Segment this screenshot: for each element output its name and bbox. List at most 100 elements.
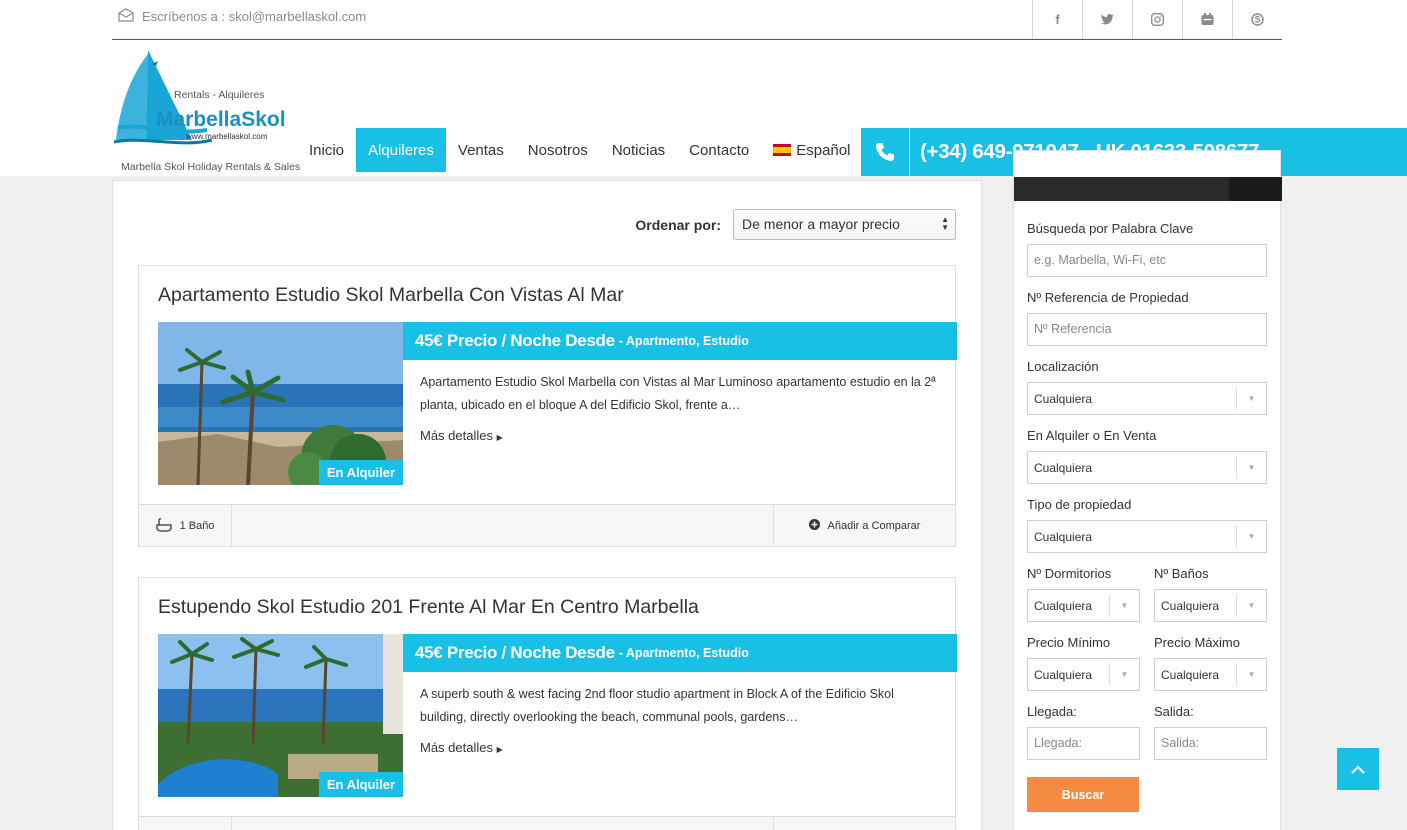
listings-panel: Ordenar por: De menor a mayor precio ▲ ▼ … [112,180,982,830]
more-details-link[interactable]: Más detalles ▶ [420,428,503,443]
envelope-icon [118,8,134,25]
keyword-input[interactable]: e.g. Marbella, Wi-Fi, etc [1027,244,1267,277]
more-details-link[interactable]: Más detalles ▶ [420,740,503,755]
arrival-input[interactable]: Llegada: [1027,727,1140,760]
property-type-label: Tipo de propiedad [1027,497,1132,512]
contact-email-text: Escríbenos a : skol@marbellaskol.com [142,9,367,24]
baths-info [139,817,232,830]
more-details-label: Más detalles [420,740,493,755]
reference-label: Nº Referencia de Propiedad [1027,290,1189,305]
listing-status-badge: En Alquiler [318,460,403,485]
top-bar-inner: Escríbenos a : skol@marbellaskol.com f [112,0,1282,40]
listing-card: Apartamento Estudio Skol Marbella Con Vi… [138,265,957,547]
baths-select[interactable]: Cualquiera ▼ [1154,589,1267,622]
search-sidebar: Búsqueda por Palabra Clave e.g. Marbella… [1013,150,1282,830]
chevron-down-icon: ▼ [1236,456,1266,479]
departure-input[interactable]: Salida: [1154,727,1267,760]
price-bar: 45€ Precio / Noche Desde - Apartmento, E… [403,634,957,672]
twitter-icon[interactable] [1082,0,1132,39]
listing-types[interactable]: - Apartmento, Estudio [619,334,749,348]
sailboat-logo-icon: Rentals - Alquileres MarbellaSkol www.ma… [113,50,286,145]
social-links: f [1032,0,1282,39]
phone-icon [861,128,910,176]
status-select[interactable]: Cualquiera ▼ [1027,451,1267,484]
nav-item-noticias[interactable]: Noticias [600,128,677,172]
logo-tagline: Marbella Skol Holiday Rentals & Sales [121,161,301,173]
add-to-compare-button[interactable] [773,817,955,830]
logo-brand-text: MarbellaSkol [156,108,286,131]
listing-status-badge: En Alquiler [318,772,403,797]
reference-input[interactable]: Nº Referencia [1027,313,1267,346]
max-price-select[interactable]: Cualquiera ▼ [1154,658,1267,691]
caret-right-icon: ▶ [496,745,503,754]
min-price-select[interactable]: Cualquiera ▼ [1027,658,1140,691]
nav-item-contacto[interactable]: Contacto [677,128,761,172]
arrival-label: Llegada: [1027,704,1077,719]
sort-select[interactable]: De menor a mayor precio ▲ ▼ [733,209,956,240]
nav-item-inicio[interactable]: Inicio [297,128,356,172]
chevron-down-icon: ▼ [1236,387,1266,410]
site-logo[interactable]: Rentals - Alquileres MarbellaSkol www.ma… [112,44,312,176]
bedrooms-select[interactable]: Cualquiera ▼ [1027,589,1140,622]
max-price-label: Precio Máximo [1154,635,1240,650]
sort-label: Ordenar por: [635,216,721,233]
skype-icon[interactable] [1232,0,1282,39]
listing-photo[interactable]: En Alquiler [158,322,403,485]
logo-rentals-text: Rentals - Alquileres [174,89,264,101]
youtube-icon[interactable] [1182,0,1232,39]
location-label: Localización [1027,359,1099,374]
add-to-compare-label: Añadir a Comparar [827,520,921,532]
bathtub-icon [155,517,172,535]
status-select-value: Cualquiera [1034,461,1093,475]
min-price-select-value: Cualquiera [1034,668,1093,682]
nav-item-nosotros[interactable]: Nosotros [516,128,600,172]
listing-photo[interactable]: En Alquiler [158,634,403,797]
top-bar: Escríbenos a : skol@marbellaskol.com f [0,0,1407,40]
back-to-top-button[interactable] [1337,748,1379,790]
listing-description: Apartamento Estudio Skol Marbella con Vi… [420,375,936,412]
instagram-icon[interactable] [1132,0,1182,39]
departure-label: Salida: [1154,704,1194,719]
sidebar-search-bar [1014,177,1282,201]
baths-select-value: Cualquiera [1161,599,1220,613]
logo-url-text: www.marbellaskol.com [185,132,268,141]
listing-types[interactable]: - Apartmento, Estudio [619,646,749,660]
listing-card: Estupendo Skol Estudio 201 Frente Al Mar… [138,577,957,830]
location-select[interactable]: Cualquiera ▼ [1027,382,1267,415]
add-to-compare-button[interactable]: Añadir a Comparar [773,505,955,547]
chevron-down-icon: ▼ [1109,663,1139,686]
listing-price: 45€ Precio / Noche Desde [415,643,615,662]
chevron-down-icon: ▼ [1236,663,1266,686]
listing-title[interactable]: Estupendo Skol Estudio 201 Frente Al Mar… [158,596,699,619]
baths-info: 1 Baño [139,505,232,547]
price-bar: 45€ Precio / Noche Desde - Apartmento, E… [403,322,957,360]
bedrooms-select-value: Cualquiera [1034,599,1093,613]
contact-email[interactable]: Escríbenos a : skol@marbellaskol.com [118,8,366,25]
chevron-up-icon [1351,765,1365,774]
sort-select-value: De menor a mayor precio [742,216,900,232]
keyword-label: Búsqueda por Palabra Clave [1027,221,1194,236]
listing-price: 45€ Precio / Noche Desde [415,331,615,350]
facebook-icon[interactable]: f [1032,0,1082,39]
baths-label: Nº Baños [1154,566,1209,581]
language-label: Español [796,141,851,159]
updown-arrow-icon: ▲ ▼ [941,215,949,232]
listing-description: A superb south & west facing 2nd floor s… [420,687,894,724]
language-selector[interactable]: Español [761,128,862,172]
search-submit-button[interactable]: Buscar [1027,777,1139,812]
chevron-down-icon: ▼ [1109,594,1139,617]
max-price-select-value: Cualquiera [1161,668,1220,682]
nav-item-alquileres[interactable]: Alquileres [356,128,446,172]
location-select-value: Cualquiera [1034,392,1093,406]
listing-title[interactable]: Apartamento Estudio Skol Marbella Con Vi… [158,284,624,307]
listing-footer: 1 Baño Añadir a Comparar [139,504,955,547]
search-icon[interactable] [1229,177,1282,201]
baths-count: 1 Baño [179,520,215,532]
nav-item-ventas[interactable]: Ventas [446,128,516,172]
plus-circle-icon [808,519,820,533]
sort-control: Ordenar por: De menor a mayor precio ▲ ▼ [635,209,956,240]
property-type-select[interactable]: Cualquiera ▼ [1027,520,1267,553]
main-nav: Inicio Alquileres Ventas Nosotros Notici… [297,128,862,172]
chevron-down-icon: ▼ [1236,525,1266,548]
min-price-label: Precio Mínimo [1027,635,1111,650]
